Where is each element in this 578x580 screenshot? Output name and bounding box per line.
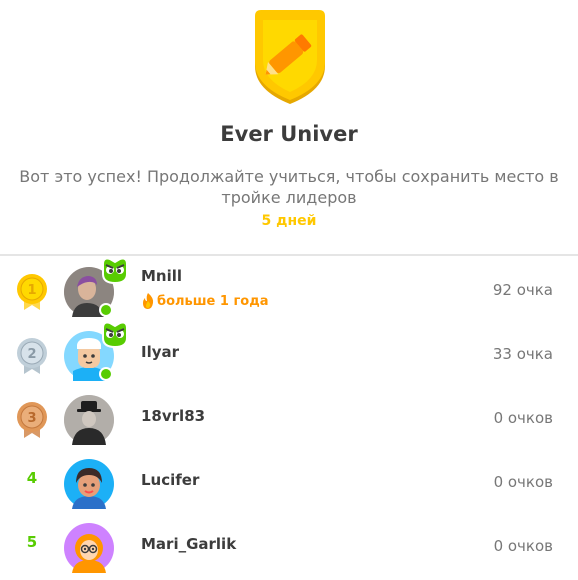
silver-medal-icon: 2 (17, 338, 47, 374)
rank-number: 4 (26, 469, 38, 487)
leaderboard-row-5[interactable]: 5 Mari_Garlik 0 очков (0, 515, 578, 579)
league-header: Ever Univer Вот это успех! Продолжайте у… (0, 0, 578, 255)
online-indicator (99, 303, 113, 317)
points: 0 очков (493, 409, 553, 427)
leaderboard-row-1[interactable]: 1 Mnill больше 1 года 92 очка (0, 257, 578, 323)
leaderboard-row-2[interactable]: 2 Ilyar 33 очка (0, 321, 578, 387)
gold-medal-icon: 1 (17, 274, 47, 310)
pencil-shield-icon (255, 10, 325, 104)
points: 0 очков (493, 537, 553, 555)
rank-number: 5 (26, 533, 38, 551)
leaderboard-row-3[interactable]: 3 18vrl83 0 очков (0, 387, 578, 451)
divider (0, 254, 578, 256)
points: 92 очка (492, 281, 553, 299)
flame-icon (143, 293, 154, 309)
avatar[interactable] (64, 395, 114, 445)
streak-text: больше 1 года (157, 293, 269, 309)
username: Mnill (141, 267, 183, 285)
rank-number: 2 (27, 347, 36, 362)
super-owl-icon (102, 257, 128, 284)
username: Lucifer (141, 471, 200, 489)
username: Mari_Garlik (141, 535, 237, 553)
points: 0 очков (493, 473, 553, 491)
leaderboard-row-4[interactable]: 4 Lucifer 0 очков (0, 451, 578, 515)
rank-number: 3 (27, 411, 36, 426)
super-owl-icon (102, 321, 128, 348)
avatar[interactable] (64, 523, 114, 573)
username: 18vrl83 (141, 407, 206, 425)
rank-number: 1 (27, 283, 36, 298)
streak-badge: больше 1 года (141, 293, 268, 309)
online-indicator (99, 367, 113, 381)
avatar[interactable] (64, 459, 114, 509)
points: 33 очка (492, 345, 553, 363)
league-title: Ever Univer (220, 122, 358, 146)
days-remaining: 5 дней (261, 213, 317, 229)
username: Ilyar (141, 343, 180, 361)
bronze-medal-icon: 3 (17, 402, 47, 438)
league-message: Вот это успех! Продолжайте учиться, чтоб… (19, 167, 559, 207)
